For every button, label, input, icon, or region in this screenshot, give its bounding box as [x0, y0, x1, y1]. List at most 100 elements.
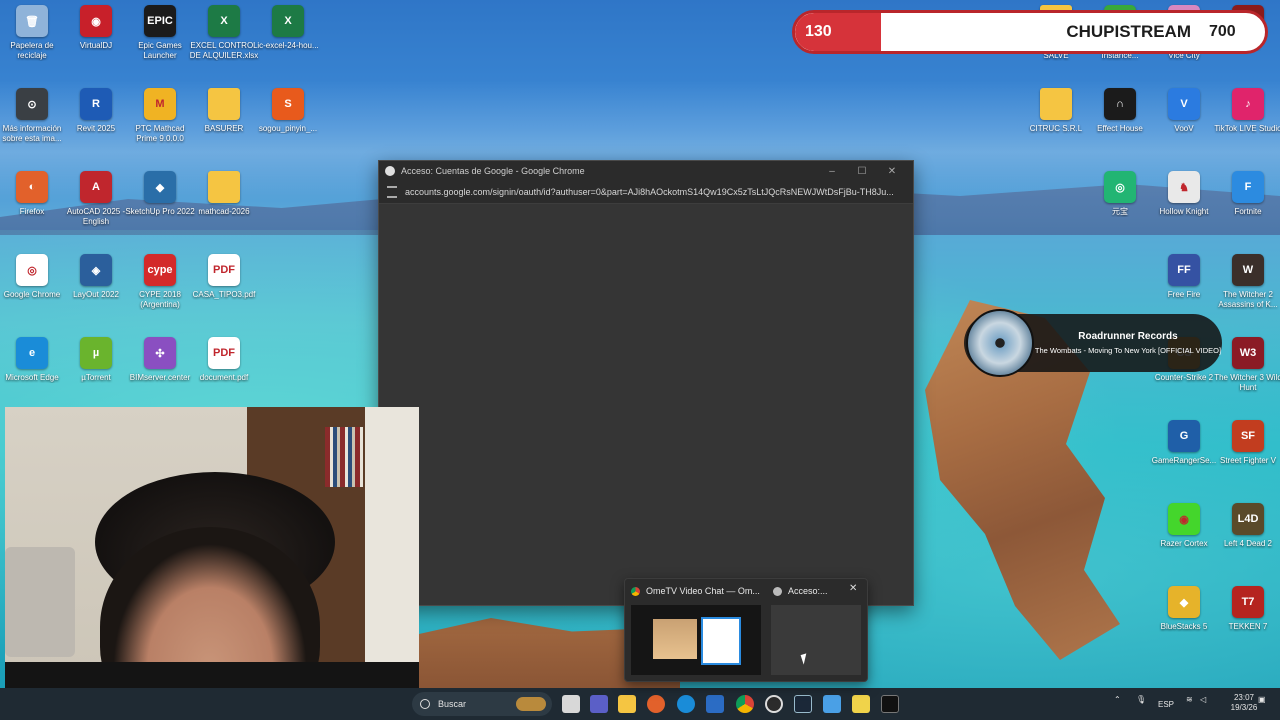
desktop-icon[interactable]: PDF document.pdf: [190, 337, 258, 383]
now-playing-widget: Roadrunner Records The Wombats - Moving …: [964, 309, 1222, 377]
desktop-icon[interactable]: ◐ Firefox: [0, 171, 66, 217]
desktop-icon-glyph: G: [1168, 420, 1200, 452]
desktop-icon[interactable]: ◎ 元宝: [1086, 171, 1154, 217]
chrome-taskbar-icon[interactable]: [736, 695, 754, 713]
desktop-icon-label: CYPE 2018 (Argentina): [139, 290, 181, 309]
close-icon[interactable]: ✕: [849, 583, 857, 594]
desktop-icon[interactable]: R Revit 2025: [62, 88, 130, 134]
epic-taskbar-icon[interactable]: [881, 695, 899, 713]
desktop-icon-glyph: ♪: [1232, 88, 1264, 120]
address-url[interactable]: accounts.google.com/signin/oauth/id?auth…: [405, 187, 894, 197]
desktop-icon[interactable]: Xic-excel-24-hou...: [254, 5, 322, 51]
volume-icon[interactable]: ◁: [1200, 695, 1206, 704]
taskbar-search[interactable]: Buscar: [412, 692, 552, 716]
desktop-icon[interactable]: V VooV: [1150, 88, 1218, 134]
stream-goal: 700: [1209, 23, 1236, 40]
desktop-icon[interactable]: ♞ Hollow Knight: [1150, 171, 1218, 217]
taskbar-preview[interactable]: OmeTV Video Chat — Om... Acceso:... ✕: [624, 578, 868, 682]
notepad-icon[interactable]: [823, 695, 841, 713]
desktop-icon[interactable]: µ µTorrent: [62, 337, 130, 383]
preview-thumbnail-acceso[interactable]: [771, 605, 861, 675]
desktop-icon[interactable]: ◆ SketchUp Pro 2022: [125, 171, 195, 217]
file-explorer-icon[interactable]: [618, 695, 636, 713]
desktop-icon-glyph: T7: [1232, 586, 1264, 618]
desktop-icon[interactable]: SF Street Fighter V: [1214, 420, 1280, 466]
desktop-icon[interactable]: ♪ TikTok LIVE Studio: [1214, 88, 1280, 134]
desktop-icon-glyph: cype: [144, 254, 176, 286]
chrome-icon: [385, 166, 395, 176]
desktop-icon[interactable]: cype CYPE 2018 (Argentina): [126, 254, 194, 310]
preview-tab-ometv[interactable]: OmeTV Video Chat — Om...: [631, 583, 760, 599]
desktop-icon[interactable]: ◈ LayOut 2022: [62, 254, 130, 300]
desktop-icon[interactable]: Ssogou_pinyin_...: [254, 88, 322, 134]
notification-icon[interactable]: ▣: [1258, 695, 1266, 704]
desktop-icon[interactable]: EPIC Epic Games Launcher: [126, 5, 194, 61]
desktop-icon[interactable]: A AutoCAD 2025 - English: [62, 171, 130, 227]
preview-thumbnail-ometv[interactable]: [631, 605, 761, 675]
desktop-icon[interactable]: ◉ Razer Cortex: [1150, 503, 1218, 549]
firefox-icon[interactable]: [647, 695, 665, 713]
chrome-titlebar[interactable]: Acceso: Cuentas de Google - Google Chrom…: [379, 161, 913, 181]
desktop-icon-label: SketchUp Pro 2022: [125, 207, 195, 216]
close-icon[interactable]: ✕: [877, 166, 907, 177]
desktop-icon[interactable]: BASURER: [190, 88, 258, 134]
desktop-icon[interactable]: G GameRangerSe...: [1150, 420, 1218, 466]
desktop-icon[interactable]: PDF CASA_TIPO3.pdf: [190, 254, 258, 300]
album-art-icon: [966, 309, 1034, 377]
address-bar[interactable]: accounts.google.com/signin/oauth/id?auth…: [379, 181, 913, 204]
desktop-icon-glyph: ◐: [16, 171, 48, 203]
desktop-icon-label: Street Fighter V: [1219, 456, 1277, 465]
desktop-icon[interactable]: e Microsoft Edge: [0, 337, 66, 383]
desktop-icon-label: AutoCAD 2025 - English: [66, 207, 126, 226]
sticky-icon[interactable]: [852, 695, 870, 713]
desktop-icon-glyph: A: [80, 171, 112, 203]
desktop-icon-label: LayOut 2022: [73, 290, 119, 299]
search-highlight-icon: [516, 697, 546, 711]
language-indicator[interactable]: ESP: [1158, 700, 1174, 709]
maximize-icon[interactable]: ☐: [847, 166, 877, 177]
desktop-icon[interactable]: F Fortnite: [1214, 171, 1280, 217]
desktop-icon-glyph: W3: [1232, 337, 1264, 369]
steam-icon[interactable]: [794, 695, 812, 713]
stream-name: CHUPISTREAM: [1066, 22, 1191, 41]
desktop-icon[interactable]: T7 TEKKEN 7: [1214, 586, 1280, 632]
desktop-icon[interactable]: ∩ Effect House: [1086, 88, 1154, 134]
site-info-icon[interactable]: [387, 186, 397, 198]
microphone-icon[interactable]: 🎙: [1136, 695, 1146, 704]
minimize-icon[interactable]: –: [817, 166, 847, 177]
edge-icon[interactable]: [677, 695, 695, 713]
desktop-icon-glyph: M: [144, 88, 176, 120]
desktop-icon[interactable]: ◆ BlueStacks 5: [1150, 586, 1218, 632]
desktop-icon-label: sogou_pinyin_...: [258, 124, 318, 133]
obs-icon[interactable]: [765, 695, 783, 713]
desktop-icon-label: Firefox: [19, 207, 45, 216]
desktop-icon[interactable]: L4D Left 4 Dead 2: [1214, 503, 1280, 549]
preview-tab-acceso[interactable]: Acceso:...: [773, 583, 828, 599]
teams-icon[interactable]: [590, 695, 608, 713]
desktop-icon[interactable]: ⊙ Más información sobre esta ima...: [0, 88, 66, 144]
mail-icon[interactable]: [706, 695, 724, 713]
tray-chevron-icon[interactable]: ⌃: [1114, 695, 1121, 704]
desktop-icon-glyph: 🗑: [16, 5, 48, 37]
desktop-icon[interactable]: FF Free Fire: [1150, 254, 1218, 300]
desktop-icon[interactable]: CITRUC S.R.L: [1022, 88, 1090, 134]
desktop-icon-label: EXCEL CONTROL DE ALQUILER.xlsx: [189, 41, 259, 60]
desktop-icon-glyph: PDF: [208, 254, 240, 286]
desktop-icon-label: GameRangerSe...: [1151, 456, 1217, 465]
desktop-icon[interactable]: ◉ VirtualDJ: [62, 5, 130, 51]
desktop-icon-glyph: R: [80, 88, 112, 120]
desktop-icon[interactable]: ✣ BIMserver.center: [126, 337, 194, 383]
desktop-icon[interactable]: ◎ Google Chrome: [0, 254, 66, 300]
desktop-icon-glyph: ◎: [1104, 171, 1136, 203]
stream-counter: 130: [795, 13, 881, 51]
wifi-icon[interactable]: ≋: [1186, 695, 1193, 704]
desktop-icon[interactable]: X EXCEL CONTROL DE ALQUILER.xlsx: [190, 5, 258, 61]
desktop-icon[interactable]: M PTC Mathcad Prime 9.0.0.0: [126, 88, 194, 144]
desktop-icon-glyph: FF: [1168, 254, 1200, 286]
desktop-icon[interactable]: 🗑 Papelera de reciclaje: [0, 5, 66, 61]
chrome-window[interactable]: Acceso: Cuentas de Google - Google Chrom…: [378, 160, 914, 606]
desktop-icon[interactable]: W3 The Witcher 3 Wild Hunt: [1214, 337, 1280, 393]
desktop-icon[interactable]: mathcad-2026: [190, 171, 258, 217]
taskview-icon[interactable]: [562, 695, 580, 713]
desktop-icon[interactable]: W The Witcher 2 Assassins of K...: [1214, 254, 1280, 310]
